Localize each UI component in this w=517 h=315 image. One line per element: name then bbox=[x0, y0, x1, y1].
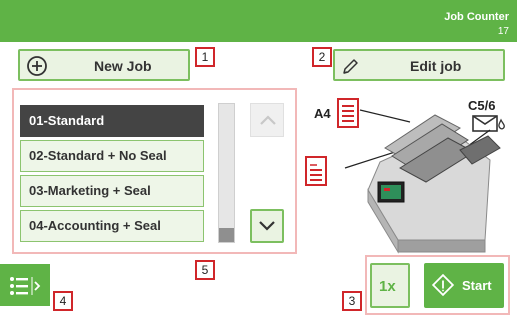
start-button[interactable]: Start bbox=[424, 263, 504, 308]
job-item-label: 02-Standard + No Seal bbox=[29, 148, 167, 163]
callout-1: 1 bbox=[195, 47, 215, 67]
job-item-04[interactable]: 04-Accounting + Seal bbox=[20, 210, 204, 242]
job-list-scrollbar[interactable] bbox=[218, 103, 235, 243]
plus-circle-icon bbox=[26, 55, 48, 82]
copy-count-label: 1x bbox=[379, 278, 396, 295]
new-job-label: New Job bbox=[94, 58, 152, 74]
start-icon bbox=[431, 273, 455, 301]
job-item-02[interactable]: 02-Standard + No Seal bbox=[20, 140, 204, 172]
job-item-label: 04-Accounting + Seal bbox=[29, 218, 161, 233]
pencil-icon bbox=[341, 56, 361, 81]
machine-illustration: A4 C5/6 bbox=[305, 90, 510, 260]
new-job-button[interactable]: New Job bbox=[18, 49, 190, 81]
insert-document-icon bbox=[305, 156, 327, 191]
scrollbar-thumb[interactable] bbox=[219, 228, 234, 242]
header-bar: Job Counter 17 bbox=[0, 0, 517, 42]
callout-4: 4 bbox=[53, 291, 73, 311]
job-item-01[interactable]: 01-Standard bbox=[20, 105, 204, 137]
inserter-machine-graphic bbox=[344, 109, 501, 254]
job-counter-label: Job Counter bbox=[444, 11, 509, 23]
job-item-label: 01-Standard bbox=[29, 113, 105, 128]
edit-job-label: Edit job bbox=[410, 58, 462, 74]
job-item-03[interactable]: 03-Marketing + Seal bbox=[20, 175, 204, 207]
scroll-down-button[interactable] bbox=[250, 209, 284, 243]
callout-5: 5 bbox=[195, 260, 215, 280]
job-list: 01-Standard 02-Standard + No Seal 03-Mar… bbox=[20, 105, 204, 243]
start-label: Start bbox=[462, 278, 492, 293]
callout-3: 3 bbox=[342, 291, 362, 311]
chevron-down-icon bbox=[258, 219, 276, 238]
job-counter-value: 17 bbox=[497, 26, 509, 37]
edit-job-button[interactable]: Edit job bbox=[333, 49, 505, 81]
chevron-up-icon bbox=[259, 113, 277, 132]
menu-button[interactable] bbox=[0, 264, 50, 306]
job-item-label: 03-Marketing + Seal bbox=[29, 183, 151, 198]
scroll-up-button[interactable] bbox=[250, 103, 284, 137]
callout-2: 2 bbox=[312, 47, 332, 67]
document-size-label: A4 bbox=[314, 106, 331, 121]
copy-count-button[interactable]: 1x bbox=[370, 263, 410, 308]
list-menu-icon bbox=[9, 276, 41, 301]
